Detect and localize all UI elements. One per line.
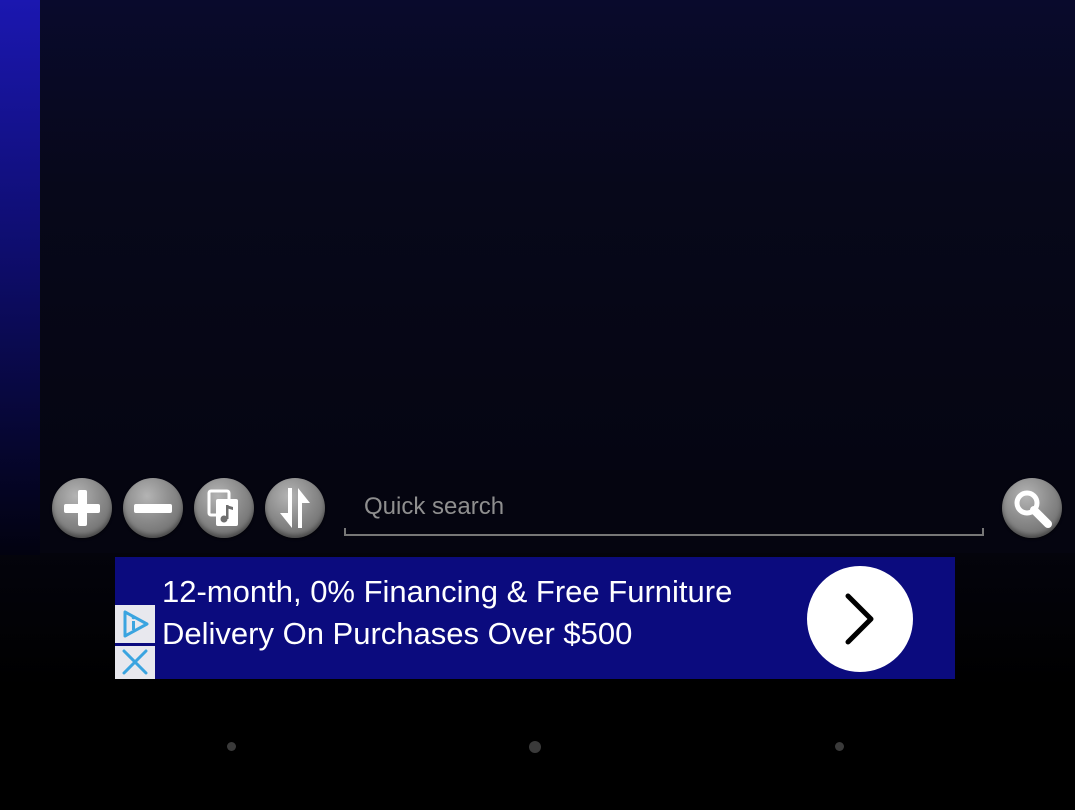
search-button[interactable] xyxy=(1002,478,1062,538)
copy-music-button[interactable] xyxy=(194,478,254,538)
ad-choices-button[interactable] xyxy=(115,605,155,643)
playlist-area[interactable] xyxy=(40,0,1075,470)
app-screen: 12-month, 0% Financing & Free Furniture … xyxy=(0,0,1075,810)
ad-banner[interactable]: 12-month, 0% Financing & Free Furniture … xyxy=(115,557,955,679)
search-input[interactable] xyxy=(344,484,984,530)
swap-icon xyxy=(280,488,310,528)
ad-headline-line-1: 12-month, 0% Financing & Free Furniture xyxy=(162,574,733,609)
add-button[interactable] xyxy=(52,478,112,538)
add-icon xyxy=(64,490,100,526)
ad-choices-icon xyxy=(123,610,149,638)
nav-back-dot[interactable] xyxy=(227,742,236,751)
remove-button[interactable] xyxy=(123,478,183,538)
ad-close-button[interactable] xyxy=(115,646,155,679)
side-panel-edge[interactable] xyxy=(0,0,40,555)
close-icon xyxy=(122,649,148,675)
chevron-right-icon xyxy=(845,593,874,645)
search-icon xyxy=(1014,490,1052,528)
remove-icon xyxy=(134,504,172,513)
copy-music-icon xyxy=(207,489,238,526)
search-underline xyxy=(344,528,984,536)
ad-headline-line-2: Delivery On Purchases Over $500 xyxy=(162,616,633,651)
nav-recents-dot[interactable] xyxy=(835,742,844,751)
swap-button[interactable] xyxy=(265,478,325,538)
quick-search-field[interactable] xyxy=(344,484,984,536)
ad-open-button[interactable] xyxy=(807,566,913,672)
nav-home-dot[interactable] xyxy=(529,741,541,753)
